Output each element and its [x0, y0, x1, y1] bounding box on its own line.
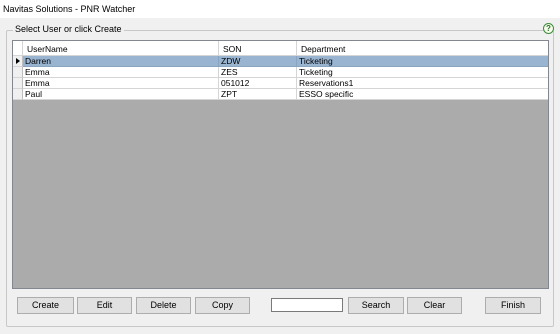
search-button[interactable]: Search [348, 297, 404, 314]
cell-department[interactable]: Reservations1 [297, 78, 548, 89]
row-header-corner [13, 41, 23, 56]
row-header[interactable] [13, 67, 23, 78]
group-label: Select User or click Create [13, 24, 124, 34]
cell-son[interactable]: ZES [219, 67, 297, 78]
row-header[interactable] [13, 78, 23, 89]
table-row[interactable]: Emma 051012 Reservations1 [13, 78, 548, 89]
help-icon[interactable]: ? [543, 23, 554, 34]
edit-button[interactable]: Edit [77, 297, 132, 314]
cell-son[interactable]: ZDW [219, 56, 297, 67]
cell-son[interactable]: ZPT [219, 89, 297, 100]
create-button[interactable]: Create [17, 297, 74, 314]
cell-department[interactable]: Ticketing [297, 67, 548, 78]
delete-button[interactable]: Delete [136, 297, 191, 314]
search-input[interactable] [271, 298, 343, 312]
cell-department[interactable]: ESSO specific [297, 89, 548, 100]
cell-username[interactable]: Emma [23, 78, 219, 89]
cell-son[interactable]: 051012 [219, 78, 297, 89]
column-header-username[interactable]: UserName [23, 41, 219, 56]
window-title: Navitas Solutions - PNR Watcher [3, 4, 136, 14]
current-row-arrow-icon [16, 58, 20, 64]
title-bar: Navitas Solutions - PNR Watcher [0, 0, 560, 18]
row-header[interactable] [13, 89, 23, 100]
table-row[interactable]: Paul ZPT ESSO specific [13, 89, 548, 100]
table-row[interactable]: Darren ZDW Ticketing [13, 56, 548, 67]
column-header-department[interactable]: Department [297, 41, 548, 56]
row-header[interactable] [13, 56, 23, 67]
grid-header: UserName SON Department [13, 41, 548, 56]
users-grid[interactable]: UserName SON Department Darren ZDW Ticke… [12, 40, 549, 289]
cell-username[interactable]: Darren [23, 56, 219, 67]
copy-button[interactable]: Copy [195, 297, 250, 314]
finish-button[interactable]: Finish [485, 297, 541, 314]
column-header-son[interactable]: SON [219, 41, 297, 56]
cell-username[interactable]: Paul [23, 89, 219, 100]
table-row[interactable]: Emma ZES Ticketing [13, 67, 548, 78]
clear-button[interactable]: Clear [407, 297, 462, 314]
cell-department[interactable]: Ticketing [297, 56, 548, 67]
cell-username[interactable]: Emma [23, 67, 219, 78]
